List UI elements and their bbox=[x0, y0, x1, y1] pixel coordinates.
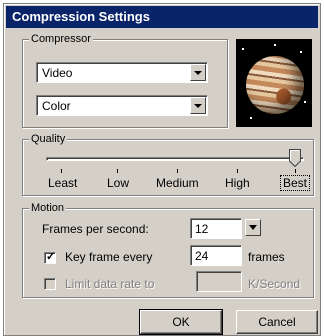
quality-tick bbox=[117, 169, 118, 173]
compression-settings-dialog: Compression Settings Compressor Video Co… bbox=[3, 3, 321, 336]
chevron-down-icon[interactable] bbox=[190, 64, 206, 81]
quality-label-high: High bbox=[225, 176, 250, 190]
datarate-label: Limit data rate to bbox=[65, 277, 155, 291]
jupiter-planet-icon bbox=[246, 56, 304, 114]
quality-label-medium: Medium bbox=[156, 176, 199, 190]
jupiter-preview-image bbox=[236, 39, 312, 127]
chevron-down-icon[interactable] bbox=[190, 97, 206, 114]
quality-label-least: Least bbox=[48, 176, 78, 190]
quality-slider-thumb[interactable] bbox=[289, 149, 301, 167]
quality-label-low: Low bbox=[107, 176, 130, 190]
compressor-legend: Compressor bbox=[29, 32, 93, 46]
datarate-checkbox[interactable] bbox=[44, 278, 56, 290]
datarate-input[interactable] bbox=[196, 271, 242, 292]
compressor-type-value: Video bbox=[42, 66, 73, 80]
keyframe-checkbox[interactable]: ✓ bbox=[44, 251, 56, 264]
motion-legend: Motion bbox=[29, 201, 67, 215]
quality-legend: Quality bbox=[29, 132, 68, 146]
keyframe-unit: frames bbox=[248, 250, 285, 264]
quality-label-best: Best bbox=[280, 175, 311, 191]
quality-tick bbox=[295, 169, 296, 173]
color-depth-value: Color bbox=[42, 99, 71, 113]
keyframe-label: Key frame every bbox=[65, 250, 153, 264]
datarate-unit: K/Second bbox=[248, 277, 301, 291]
checkmark-icon: ✓ bbox=[46, 251, 56, 263]
dialog-title: Compression Settings bbox=[6, 6, 318, 28]
fps-dropdown-button[interactable] bbox=[245, 219, 261, 236]
ok-button[interactable]: OK bbox=[139, 309, 223, 335]
quality-tick bbox=[237, 169, 238, 173]
fps-label: Frames per second: bbox=[42, 222, 149, 236]
cancel-button[interactable]: Cancel bbox=[236, 310, 318, 334]
fps-input[interactable]: 12 bbox=[190, 218, 242, 239]
quality-slider-track[interactable] bbox=[46, 157, 304, 161]
keyframe-input[interactable]: 24 bbox=[190, 245, 242, 266]
color-depth-select[interactable]: Color bbox=[36, 95, 208, 116]
compressor-type-select[interactable]: Video bbox=[36, 62, 208, 83]
quality-tick bbox=[61, 169, 62, 173]
quality-tick bbox=[177, 169, 178, 173]
